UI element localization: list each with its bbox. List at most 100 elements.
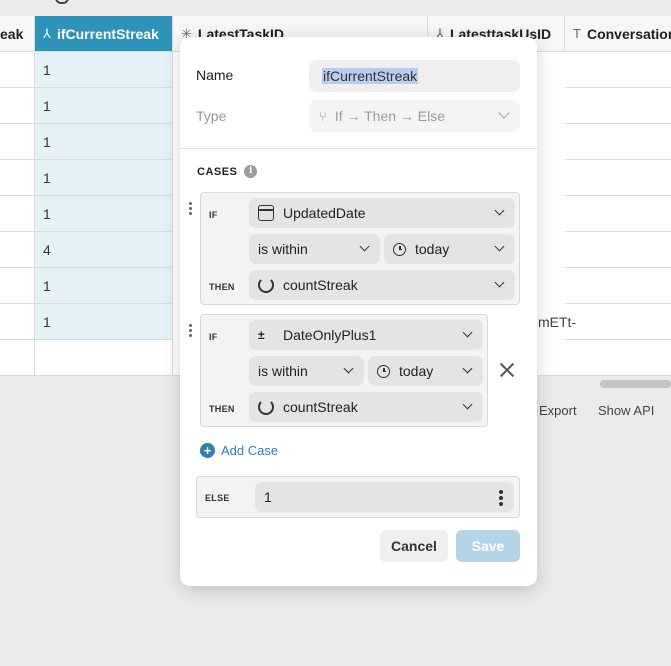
else-row: ELSE 1: [196, 476, 520, 518]
loop-icon: [258, 399, 274, 415]
clock-icon: [377, 364, 390, 378]
else-keyword: ELSE: [205, 493, 230, 503]
math-icon: ±: [258, 328, 265, 342]
column-streak: [0, 52, 35, 375]
table-cell[interactable]: [0, 304, 35, 340]
column-header-ifcurrentstreak[interactable]: ⅄ ifCurrentStreak: [35, 16, 173, 52]
table-cell[interactable]: [565, 268, 671, 304]
case-1-value: today: [415, 241, 450, 257]
chevron-down-icon: [462, 363, 473, 374]
branch-icon: ⅄: [43, 25, 51, 41]
more-options-icon[interactable]: [499, 490, 503, 508]
case-2-if-column-select[interactable]: ± DateOnlyPlus1: [249, 320, 483, 350]
remove-case-close-icon[interactable]: [498, 361, 516, 379]
clock-icon: [393, 242, 406, 256]
case-1: IF UpdatedDate is within today THEN coun…: [200, 192, 520, 305]
case-1-if-column: UpdatedDate: [283, 205, 366, 221]
info-icon[interactable]: i: [244, 165, 258, 178]
drag-handle-icon[interactable]: [189, 202, 193, 217]
case-2-if-column: DateOnlyPlus1: [283, 327, 377, 343]
calendar-icon: [258, 205, 274, 221]
table-cell[interactable]: [0, 88, 35, 124]
then-keyword: THEN: [209, 404, 235, 414]
case-1-operator-select[interactable]: is within: [249, 234, 380, 264]
table-cell[interactable]: [0, 196, 35, 232]
case-2-value: today: [399, 363, 434, 379]
case-2-operator: is within: [258, 363, 308, 379]
column-conversation: [565, 52, 671, 375]
table-cell[interactable]: 4: [35, 232, 173, 268]
table-cell[interactable]: [0, 340, 35, 375]
table-cell[interactable]: [565, 160, 671, 196]
horizontal-scrollbar[interactable]: [600, 380, 671, 388]
column-header-label: eak: [0, 25, 24, 42]
show-api-link[interactable]: Show API: [598, 403, 654, 418]
table-cell[interactable]: [0, 52, 35, 88]
chevron-down-icon: [494, 205, 505, 216]
cancel-button[interactable]: Cancel: [380, 530, 448, 562]
case-2-then-column-select[interactable]: countStreak: [249, 392, 483, 422]
else-value: 1: [264, 489, 272, 505]
chevron-down-icon: [462, 399, 473, 410]
cases-title-label: CASES: [197, 165, 238, 178]
name-value: ifCurrentStreak: [322, 68, 419, 84]
toolbar-icon[interactable]: [55, 0, 69, 4]
toolbar-strip: [0, 0, 671, 16]
type-select: ⑂ If → Then → Else: [309, 100, 520, 132]
column-header-streak[interactable]: eak: [0, 16, 35, 52]
loop-icon: [258, 277, 274, 293]
type-value: If → Then → Else: [334, 108, 446, 124]
case-1-then-column-select[interactable]: countStreak: [249, 270, 515, 300]
chevron-down-icon: [343, 363, 354, 374]
case-1-if-column-select[interactable]: UpdatedDate: [249, 198, 515, 228]
type-label: Type: [196, 108, 227, 124]
column-header-conversation[interactable]: T Conversation: [565, 16, 671, 52]
else-value-input[interactable]: 1: [255, 482, 514, 512]
chevron-down-icon: [498, 107, 510, 119]
column-header-label: ifCurrentStreak: [56, 25, 159, 42]
table-cell[interactable]: [0, 124, 35, 160]
table-cell[interactable]: [565, 196, 671, 232]
chevron-down-icon: [494, 241, 505, 252]
table-cell[interactable]: 1: [35, 196, 173, 232]
table-cell[interactable]: [565, 232, 671, 268]
table-cell[interactable]: 1: [35, 88, 173, 124]
table-cell[interactable]: [565, 52, 671, 88]
add-case-label: Add Case: [221, 443, 279, 458]
case-1-then-column: countStreak: [283, 277, 358, 293]
case-1-operator: is within: [258, 241, 308, 257]
table-cell[interactable]: [0, 232, 35, 268]
save-button[interactable]: Save: [456, 530, 520, 562]
if-keyword: IF: [209, 210, 218, 220]
case-2-value-select[interactable]: today: [368, 356, 483, 386]
export-link[interactable]: Export: [539, 403, 577, 418]
table-cell[interactable]: 1: [35, 160, 173, 196]
table-cell[interactable]: [565, 340, 671, 375]
table-cell[interactable]: [565, 124, 671, 160]
table-cell[interactable]: 1: [35, 268, 173, 304]
table-cell[interactable]: 1: [35, 124, 173, 160]
table-cell[interactable]: [565, 304, 671, 340]
case-1-value-select[interactable]: today: [384, 234, 515, 264]
table-cell[interactable]: 1: [35, 304, 173, 340]
table-cell[interactable]: [0, 268, 35, 304]
chevron-down-icon: [494, 277, 505, 288]
name-input[interactable]: ifCurrentStreak: [309, 60, 520, 92]
column-ifcurrentstreak: 1 1 1 1 1 4 1 1: [35, 52, 173, 375]
name-label: Name: [196, 67, 234, 83]
branch-icon: ⑂: [319, 108, 327, 124]
divider: [180, 148, 537, 149]
add-case-button[interactable]: + Add Case: [200, 443, 278, 458]
then-keyword: THEN: [209, 282, 235, 292]
table-cell[interactable]: [565, 88, 671, 124]
if-keyword: IF: [209, 332, 218, 342]
case-2: IF ± DateOnlyPlus1 is within today THEN …: [200, 314, 488, 427]
text-icon: T: [573, 26, 581, 41]
table-cell[interactable]: [0, 160, 35, 196]
table-cell[interactable]: [35, 340, 173, 375]
case-2-then-column: countStreak: [283, 399, 358, 415]
chevron-down-icon: [462, 327, 473, 338]
case-2-operator-select[interactable]: is within: [249, 356, 364, 386]
table-cell[interactable]: 1: [35, 52, 173, 88]
drag-handle-icon[interactable]: [189, 324, 193, 339]
